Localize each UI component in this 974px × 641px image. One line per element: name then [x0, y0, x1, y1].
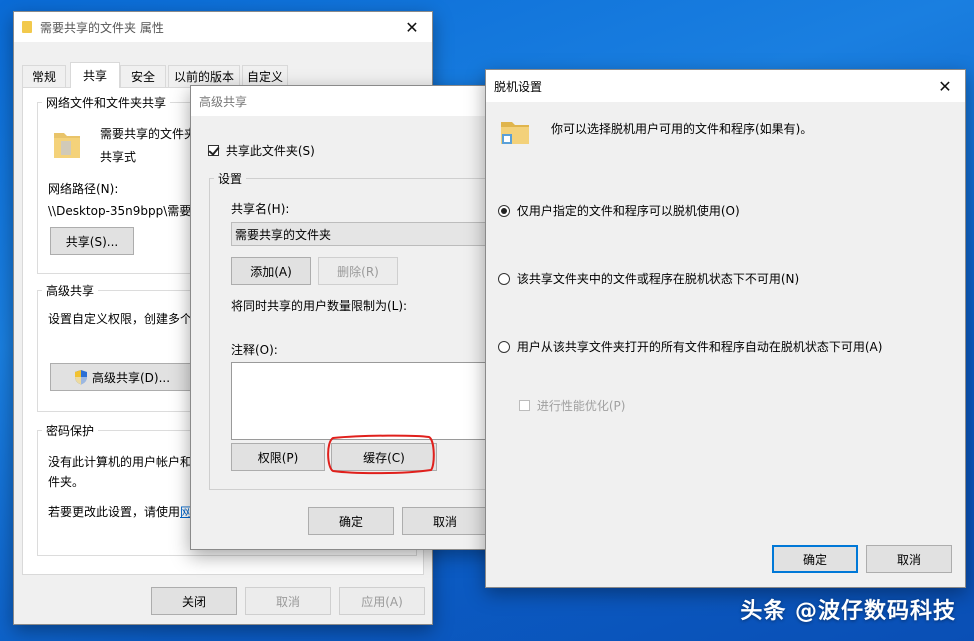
permissions-button[interactable]: 权限(P) — [231, 443, 325, 471]
close-button[interactable]: 关闭 — [151, 587, 237, 615]
add-button[interactable]: 添加(A) — [231, 257, 311, 285]
share-folder-checkbox[interactable] — [208, 145, 219, 156]
comment-label: 注释(O): — [231, 343, 278, 357]
share-name-label: 共享名(H): — [231, 202, 290, 216]
password-protection-heading: 密码保护 — [42, 422, 99, 439]
optimize-performance-checkbox[interactable] — [519, 400, 530, 411]
tab-previous-versions[interactable]: 以前的版本 — [168, 65, 240, 87]
settings-heading: 设置 — [214, 170, 247, 187]
properties-title: 需要共享的文件夹 属性 — [40, 20, 164, 35]
offline-settings-title: 脱机设置 — [494, 79, 543, 94]
advanced-sharing-window: 高级共享 共享此文件夹(S) 设置 共享名(H): 需要共享的文件夹 添加(A)… — [190, 85, 506, 550]
option-not-available-label: 该共享文件夹中的文件或程序在脱机状态下不可用(N) — [516, 272, 800, 286]
radio-user-specified[interactable] — [498, 204, 510, 217]
remove-button[interactable]: 删除(R) — [318, 257, 398, 285]
change-setting-text: 若要更改此设置，请使用网 — [48, 503, 192, 520]
uac-shield-icon — [74, 370, 87, 385]
network-path-value: \\Desktop-35n9bpp\需要 — [48, 204, 192, 218]
option-all-automatic-label: 用户从该共享文件夹打开的所有文件和程序自动在脱机状态下可用(A) — [516, 340, 883, 354]
offline-ok-button[interactable]: 确定 — [772, 545, 858, 573]
share-state: 共享式 — [100, 150, 137, 164]
advanced-sharing-titlebar: 高级共享 — [191, 86, 499, 116]
advanced-sharing-heading: 高级共享 — [42, 282, 99, 299]
offline-option-user-specified[interactable]: 仅用户指定的文件和程序可以脱机使用(O) — [498, 202, 740, 219]
settings-group: 设置 共享名(H): 需要共享的文件夹 添加(A) 删除(R) 将同时共享的用户… — [209, 170, 506, 490]
optimize-performance-label: 进行性能优化(P) — [536, 399, 626, 413]
change-setting-prefix: 若要更改此设置，请使用 — [48, 505, 181, 519]
network-path-label: 网络路径(N): — [48, 182, 119, 196]
properties-titlebar: 需要共享的文件夹 属性 ✕ — [14, 12, 432, 42]
folder-icon — [54, 133, 80, 158]
offline-description: 你可以选择脱机用户可用的文件和程序(如果有)。 — [551, 122, 813, 136]
password-text-line1: 没有此计算机的用户帐户和 — [48, 455, 193, 469]
offline-cancel-button[interactable]: 取消 — [866, 545, 952, 573]
offline-settings-titlebar: 脱机设置 ✕ — [486, 70, 965, 102]
option-user-specified-label: 仅用户指定的文件和程序可以脱机使用(O) — [516, 204, 740, 218]
offline-option-all-automatic[interactable]: 用户从该共享文件夹打开的所有文件和程序自动在脱机状态下可用(A) — [498, 338, 882, 355]
advanced-cancel-button[interactable]: 取消 — [402, 507, 488, 535]
share-name-value: 需要共享的文件夹 — [235, 227, 332, 242]
tab-general[interactable]: 常规 — [22, 65, 66, 87]
share-folder-checkbox-row[interactable]: 共享此文件夹(S) — [208, 142, 315, 159]
close-icon[interactable]: ✕ — [392, 13, 432, 41]
share-name-select[interactable]: 需要共享的文件夹 — [231, 222, 506, 246]
watermark-text: 头条 @波仔数码科技 — [740, 599, 956, 624]
advanced-sharing-button[interactable]: 高级共享(D)... — [50, 363, 194, 391]
offline-settings-window: 脱机设置 ✕ 你可以选择脱机用户可用的文件和程序(如果有)。 仅用户指定的文件和… — [485, 69, 966, 588]
share-button[interactable]: 共享(S)... — [50, 227, 134, 255]
network-sharing-heading: 网络文件和文件夹共享 — [42, 94, 171, 111]
tab-customize[interactable]: 自定义 — [242, 65, 288, 87]
tab-security[interactable]: 安全 — [120, 65, 166, 87]
comment-textarea[interactable] — [231, 362, 506, 440]
offline-option-not-available[interactable]: 该共享文件夹中的文件或程序在脱机状态下不可用(N) — [498, 270, 799, 287]
cancel-button[interactable]: 取消 — [245, 587, 331, 615]
caching-highlight-circle — [327, 434, 435, 475]
apply-button[interactable]: 应用(A) — [339, 587, 425, 615]
user-limit-label: 将同时共享的用户数量限制为(L): — [231, 299, 408, 313]
folder-name: 需要共享的文件夹 — [100, 127, 197, 141]
password-text-line2: 件夹。 — [48, 475, 85, 489]
optimize-performance-row[interactable]: 进行性能优化(P) — [519, 397, 625, 414]
advanced-sharing-title: 高级共享 — [199, 94, 248, 109]
radio-not-available[interactable] — [498, 272, 510, 285]
advanced-sharing-button-label: 高级共享(D)... — [91, 370, 171, 385]
offline-folder-icon — [501, 122, 529, 144]
tab-sharing[interactable]: 共享 — [70, 62, 120, 88]
advanced-sharing-description: 设置自定义权限，创建多个 — [48, 312, 193, 326]
close-icon[interactable]: ✕ — [925, 72, 965, 100]
radio-all-automatic[interactable] — [498, 340, 510, 353]
advanced-ok-button[interactable]: 确定 — [308, 507, 394, 535]
folder-icon — [22, 21, 32, 33]
share-folder-label: 共享此文件夹(S) — [225, 144, 315, 158]
